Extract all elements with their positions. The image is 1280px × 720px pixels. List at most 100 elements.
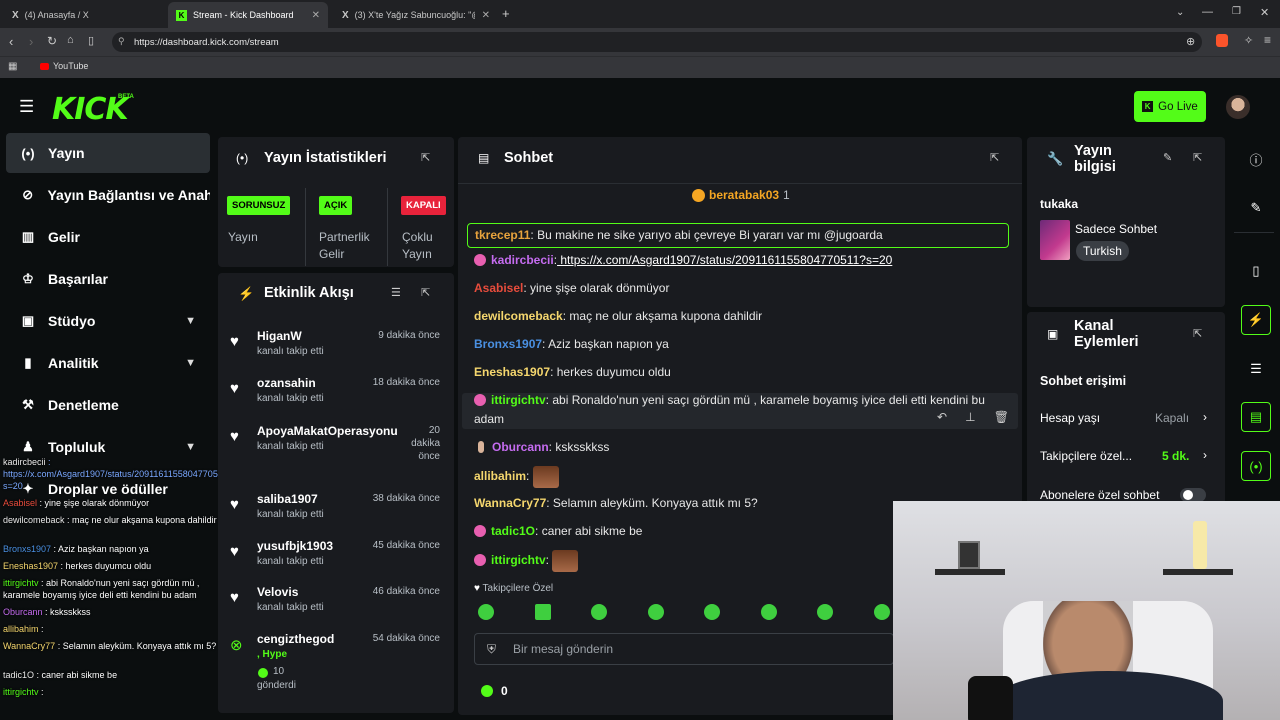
zoom-icon[interactable]: ⊕ <box>1186 35 1195 48</box>
emote-icon[interactable] <box>817 604 833 620</box>
chat-message[interactable]: Eneshas1907: herkes duyumcu oldu <box>474 363 1014 382</box>
url-field[interactable]: ⚲ https://dashboard.kick.com/stream <box>112 32 1202 52</box>
chat-username[interactable]: tadic1O <box>491 524 535 538</box>
apps-icon[interactable]: ▦ <box>8 61 17 72</box>
close-tab-icon[interactable]: ✕ <box>312 10 320 21</box>
sidebar-item-gelir[interactable]: ▥ Gelir <box>6 217 210 257</box>
browser-tab-active[interactable]: K Stream - Kick Dashboard ✕ <box>168 2 328 28</box>
chevron-right-icon[interactable]: › <box>1203 448 1207 462</box>
chat-message[interactable]: dewilcomeback: maç ne olur akşama kupona… <box>474 307 1014 326</box>
emote-icon[interactable] <box>648 604 664 620</box>
site-info-icon[interactable]: ⚲ <box>118 36 125 47</box>
chat-message[interactable]: Oburcann: ksksskkss <box>474 438 1014 457</box>
activity-username[interactable]: yusufbjk1903 <box>257 539 333 553</box>
sidebar-item-analitik[interactable]: ▮ Analitik ▼ <box>6 343 210 383</box>
tab-search-icon[interactable]: ⌄ <box>1176 7 1184 18</box>
chat-username[interactable]: WannaCry77 <box>474 496 546 510</box>
chat-toggle-icon[interactable]: ▤ <box>1241 402 1271 432</box>
reload-icon[interactable]: ↻ <box>47 34 57 48</box>
chat-message[interactable]: allibahim: <box>474 466 1014 488</box>
chat-message[interactable]: Bronxs1907: Aziz başkan napıon ya <box>474 335 1014 354</box>
emote-icon[interactable] <box>874 604 890 620</box>
brave-shield-icon[interactable] <box>1216 34 1228 47</box>
chat-username[interactable]: Oburcann <box>492 440 549 454</box>
browser-tab[interactable]: X (3) X'te Yağız Sabuncuoğlu: "@xSane ✕ <box>334 2 498 28</box>
activity-description: , Hype <box>257 649 288 660</box>
category-name[interactable]: Sadece Sohbet <box>1075 222 1157 236</box>
popout-icon[interactable]: ⇱ <box>1193 327 1202 340</box>
emote-icon[interactable] <box>761 604 777 620</box>
info-icon[interactable]: ⓘ <box>1240 143 1272 175</box>
maximize-icon[interactable]: ❐ <box>1232 6 1241 17</box>
menu-icon[interactable]: ≡ <box>1264 33 1271 47</box>
sidebar-item-studyo[interactable]: ▣ Stüdyo ▼ <box>6 301 210 341</box>
back-icon[interactable]: ‹ <box>9 34 13 49</box>
activity-username[interactable]: ApoyaMakatOperasyonu <box>257 424 398 438</box>
activity-username[interactable]: ozansahin <box>257 376 316 390</box>
activity-username[interactable]: Velovis <box>257 585 298 599</box>
list-icon[interactable]: ☰ <box>1240 353 1272 385</box>
chevron-right-icon[interactable]: › <box>1203 410 1207 424</box>
shield-icon[interactable]: ⛨ <box>487 642 496 657</box>
chat-input[interactable]: ⛨ Bir mesaj gönderin <box>474 633 894 665</box>
popout-icon[interactable]: ⇱ <box>421 286 430 299</box>
sidebar-item-basarilar[interactable]: ♔ Başarılar <box>6 259 210 299</box>
activity-username[interactable]: cengizthegod <box>257 632 334 646</box>
broadcast-toggle-icon[interactable]: (•) <box>1241 451 1271 481</box>
pencil-icon[interactable]: ✎ <box>1240 192 1272 224</box>
hamburger-menu-icon[interactable]: ☰ <box>19 97 34 117</box>
chat-username[interactable]: kadircbecii <box>491 253 554 267</box>
sidebar-item-label: Stüdyo <box>48 313 96 329</box>
overlay-chat-text: : herkes duyumcu oldu <box>58 561 152 571</box>
kicks-counter[interactable]: 0 <box>481 684 508 698</box>
close-window-icon[interactable]: ✕ <box>1260 6 1269 19</box>
extensions-icon[interactable]: ✧ <box>1244 34 1253 47</box>
popout-icon[interactable]: ⇱ <box>990 151 999 164</box>
home-icon[interactable]: ⌂ <box>67 34 74 46</box>
new-tab-icon[interactable]: + <box>502 6 510 21</box>
sidebar-item-yayin[interactable]: (•) Yayın <box>6 133 210 173</box>
chat-message[interactable]: tkrecep11: Bu makine ne sike yarıyo abi … <box>467 223 1009 248</box>
pin-icon[interactable]: ⊥ <box>965 410 975 424</box>
chat-username[interactable]: tkrecep11 <box>475 228 530 242</box>
chat-username[interactable]: ittirgichtv <box>491 553 546 567</box>
go-live-button[interactable]: K Go Live <box>1134 91 1206 122</box>
chat-message[interactable]: kadircbecii: https://x.com/Asgard1907/st… <box>474 251 1014 270</box>
emote-icon[interactable] <box>535 604 551 620</box>
chat-message[interactable]: Asabisel: yine şişe olarak dönmüyor <box>474 279 1014 298</box>
bookmark-icon[interactable]: ▯ <box>88 34 94 47</box>
account-age-value[interactable]: Kapalı <box>1155 411 1189 425</box>
chat-username[interactable]: Bronxs1907 <box>474 337 542 351</box>
chat-username[interactable]: dewilcomeback <box>474 309 563 323</box>
top-gifter[interactable]: beratabak03 1 <box>692 188 790 202</box>
activity-username[interactable]: saliba1907 <box>257 492 318 506</box>
popout-icon[interactable]: ⇱ <box>421 151 430 164</box>
browser-tab[interactable]: X (4) Anasayfa / X <box>4 2 166 28</box>
minimize-icon[interactable]: — <box>1202 6 1213 18</box>
kick-logo[interactable]: KICK <box>52 92 129 127</box>
chat-username[interactable]: Eneshas1907 <box>474 365 550 379</box>
sidebar-item-stream-key[interactable]: ⊘ Yayın Bağlantısı ve Anahtarı <box>6 175 210 215</box>
delete-icon[interactable]: 🗑 <box>994 410 1009 424</box>
user-avatar[interactable] <box>1226 95 1250 119</box>
close-tab-icon[interactable]: ✕ <box>482 10 490 21</box>
chat-username[interactable]: ittirgichtv <box>491 393 546 407</box>
filter-icon[interactable]: ☰ <box>391 286 401 299</box>
bolt-toggle-icon[interactable]: ⚡ <box>1241 305 1271 335</box>
chat-username[interactable]: allibahim <box>474 469 526 483</box>
emote-icon[interactable] <box>704 604 720 620</box>
emote-icon[interactable] <box>591 604 607 620</box>
chat-text[interactable]: https://x.com/Asgard1907/status/20911611… <box>557 253 892 267</box>
followers-only-value[interactable]: 5 dk. <box>1162 449 1189 463</box>
layout-icon[interactable]: ▯ <box>1240 255 1272 287</box>
chat-username[interactable]: Asabisel <box>474 281 523 295</box>
edit-icon[interactable]: ✎ <box>1163 151 1172 164</box>
sidebar-item-denetleme[interactable]: ⚒ Denetleme <box>6 385 210 425</box>
subscribers-only-toggle[interactable] <box>1180 488 1206 502</box>
forward-icon[interactable]: › <box>29 34 33 49</box>
bookmark-youtube[interactable]: YouTube <box>53 61 88 71</box>
popout-icon[interactable]: ⇱ <box>1193 151 1202 164</box>
activity-username[interactable]: HiganW <box>257 329 302 343</box>
emote-icon[interactable] <box>478 604 494 620</box>
reply-icon[interactable]: ↶ <box>937 410 947 424</box>
